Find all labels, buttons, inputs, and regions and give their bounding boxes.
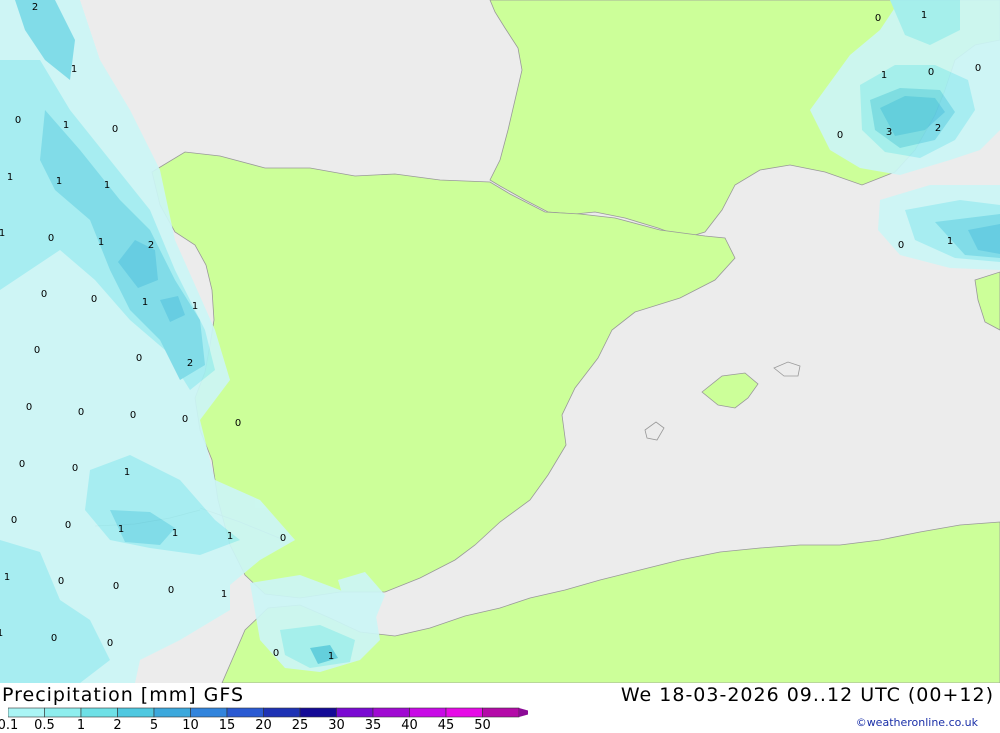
legend-swatch	[336, 707, 374, 718]
map-value: 0	[235, 418, 241, 429]
legend-swatch	[226, 707, 264, 718]
map-value: 2	[32, 2, 38, 13]
legend-tick-label: 45	[437, 718, 455, 733]
legend-tick-label: 25	[291, 718, 309, 733]
legend-swatch	[44, 707, 82, 718]
map-value: 2	[935, 123, 941, 134]
map-title: Precipitation [mm] GFS	[2, 684, 245, 706]
map-value: 1	[0, 628, 3, 639]
map-value: 1	[124, 467, 130, 478]
map-value: 1	[104, 180, 110, 191]
legend-swatch	[80, 707, 118, 718]
legend-swatch	[482, 707, 520, 718]
map-value: 3	[886, 127, 892, 138]
map-value: 0	[78, 407, 84, 418]
legend-tick-label: 50	[474, 718, 491, 733]
map-value: 0	[19, 459, 25, 470]
map-value: 0	[837, 130, 843, 141]
map-value: 1	[221, 589, 227, 600]
map-value: 0	[11, 515, 17, 526]
map-value: 0	[72, 463, 78, 474]
map-value: 0	[51, 633, 57, 644]
forecast-datetime: We 18-03-2026 09..12 UTC (00+12)	[620, 684, 994, 706]
map-value: 1	[7, 172, 13, 183]
credit-link[interactable]: ©weatheronline.co.uk	[856, 716, 978, 729]
map-value: 1	[172, 528, 178, 539]
map-value: 0	[107, 638, 113, 649]
map-value: 0	[113, 581, 119, 592]
legend-tick-label: 2	[113, 718, 122, 733]
map-value: 1	[192, 301, 198, 312]
legend-tick-label: 0.1	[0, 718, 19, 733]
map-value: 0	[48, 233, 54, 244]
legend-tick-label: 40	[401, 718, 418, 733]
legend-tick-label: 10	[182, 718, 199, 733]
map-value: 1	[328, 651, 334, 662]
legend-tick-label: 5	[149, 718, 159, 733]
map-footer: Precipitation [mm] GFS We 18-03-2026 09.…	[0, 683, 1000, 733]
map-value: 1	[56, 176, 62, 187]
map-value: 1	[118, 524, 124, 535]
legend-tick-label: 15	[218, 718, 236, 733]
map-value: 1	[227, 531, 233, 542]
map-value: 0	[273, 648, 279, 659]
map-value: 1	[881, 70, 887, 81]
map-value: 1	[98, 237, 104, 248]
map-value: 1	[0, 228, 5, 239]
legend-swatch	[409, 707, 447, 718]
legend-swatch	[299, 707, 337, 718]
legend-tick-label: 20	[255, 718, 272, 733]
map-value: 0	[91, 294, 97, 305]
precipitation-legend: 0.1 0.5 1 2 5 10 15 20 25 30 35 40 45 50	[0, 707, 528, 733]
map-value: 0	[280, 533, 286, 544]
precipitation-map: 2 1 0 1 0 1 1 1 1 0 1 2 0 0 1 1 0 2 0 0 …	[0, 0, 1000, 683]
map-value: 0	[112, 124, 118, 135]
map-value: 0	[15, 115, 21, 126]
legend-swatch	[8, 707, 45, 718]
map-value: 1	[63, 120, 69, 131]
map-value: 0	[136, 353, 142, 364]
map-value: 1	[71, 64, 77, 75]
legend-tick-label: 0.5	[34, 718, 55, 733]
map-value: 1	[947, 236, 953, 247]
map-value: 0	[26, 402, 32, 413]
map-value: 0	[928, 67, 934, 78]
map-value: 0	[168, 585, 174, 596]
map-value: 0	[58, 576, 64, 587]
map-value: 0	[898, 240, 904, 251]
map-value: 1	[142, 297, 148, 308]
map-value: 0	[130, 410, 136, 421]
map-value: 2	[187, 358, 193, 369]
map-value: 2	[148, 240, 154, 251]
map-value: 0	[182, 414, 188, 425]
legend-swatch	[153, 707, 191, 718]
map-value: 1	[921, 10, 927, 21]
legend-tick-label: 35	[364, 718, 382, 733]
map-value: 0	[875, 13, 881, 24]
map-value: 1	[4, 572, 10, 583]
legend-arrow	[519, 708, 528, 717]
legend-tick-label: 1	[76, 718, 86, 733]
map-value: 0	[34, 345, 40, 356]
legend-swatch	[372, 707, 410, 718]
legend-tick-label: 30	[328, 718, 345, 733]
legend-swatch	[117, 707, 155, 718]
map-value: 0	[41, 289, 47, 300]
legend-swatch	[190, 707, 228, 718]
legend-swatch	[263, 707, 301, 718]
map-value: 0	[975, 63, 981, 74]
map-value: 0	[65, 520, 71, 531]
legend-swatch	[445, 707, 483, 718]
